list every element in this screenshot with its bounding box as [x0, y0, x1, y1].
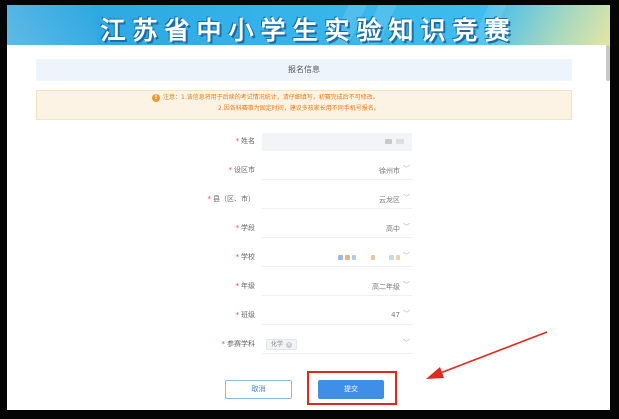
screenshot-frame: 江苏省中小学生实验知识竞赛 报名信息 ! 注意：1.该信息将用于后续的考试情况统… [0, 0, 619, 419]
annotation-arrow [426, 331, 548, 379]
page: 江苏省中小学生实验知识竞赛 报名信息 ! 注意：1.该信息将用于后续的考试情况统… [7, 5, 610, 410]
